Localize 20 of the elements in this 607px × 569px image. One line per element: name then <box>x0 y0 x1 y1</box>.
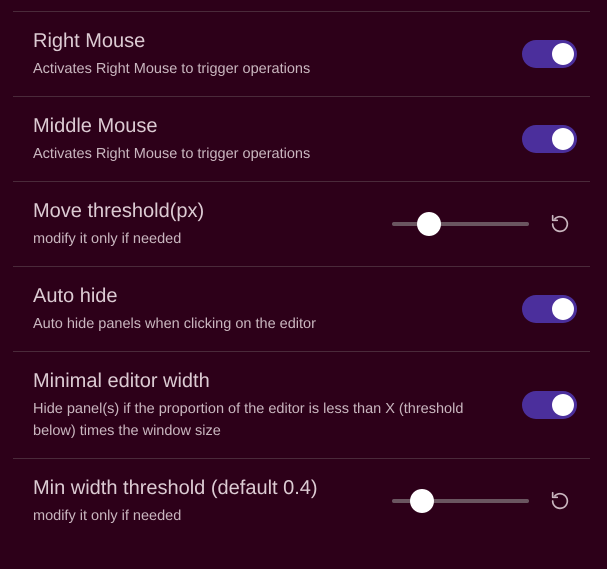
setting-description: Activates Right Mouse to trigger operations <box>33 60 312 79</box>
toggle-switch[interactable] <box>522 40 577 68</box>
setting-title: Auto hide <box>33 284 119 309</box>
setting-title: Middle Mouse <box>33 114 159 139</box>
setting-title: Min width threshold (default 0.4) <box>33 476 319 501</box>
slider[interactable] <box>392 489 529 513</box>
setting-title: Move threshold(px) <box>33 199 206 224</box>
toggle-switch[interactable] <box>522 391 577 419</box>
setting-description: modify it only if needed <box>33 507 182 526</box>
setting-description: Activates Right Mouse to trigger operations <box>33 145 312 164</box>
setting-description: Auto hide panels when clicking on the editor <box>33 315 317 334</box>
reset-icon[interactable] <box>549 490 571 512</box>
slider[interactable] <box>392 212 529 236</box>
setting-title: Minimal editor width <box>33 369 211 394</box>
setting-description: modify it only if needed <box>33 230 182 249</box>
toggle-switch[interactable] <box>522 295 577 323</box>
setting-title: Right Mouse <box>33 29 146 54</box>
setting-description: Hide panel(s) if the proportion of the editor is less than X (threshold below) times the window size <box>33 400 464 441</box>
reset-icon[interactable] <box>549 213 571 235</box>
toggle-switch[interactable] <box>522 125 577 153</box>
